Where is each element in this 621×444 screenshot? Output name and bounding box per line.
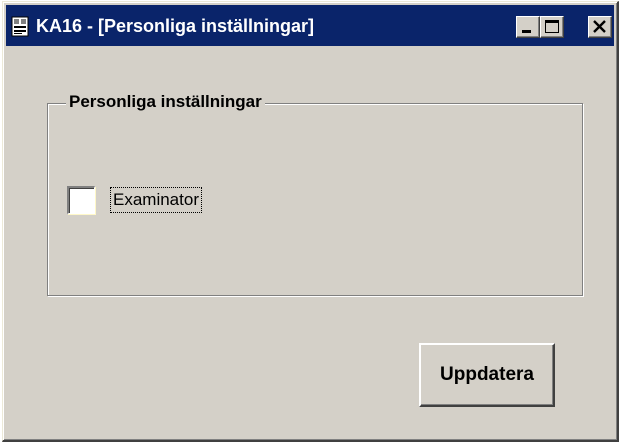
minimize-button[interactable] bbox=[516, 16, 540, 38]
update-button[interactable]: Uppdatera bbox=[419, 343, 555, 407]
window-title: KA16 - [Personliga inställningar] bbox=[36, 16, 315, 36]
groupbox-legend: Personliga inställningar bbox=[66, 92, 265, 112]
examinator-label[interactable]: Examinator bbox=[110, 187, 202, 213]
maximize-button[interactable] bbox=[540, 16, 564, 38]
document-icon[interactable] bbox=[11, 16, 30, 37]
close-button[interactable] bbox=[588, 16, 612, 38]
title-bar[interactable]: KA16 - [Personliga inställningar] bbox=[6, 5, 614, 46]
examinator-checkbox[interactable] bbox=[67, 186, 95, 214]
